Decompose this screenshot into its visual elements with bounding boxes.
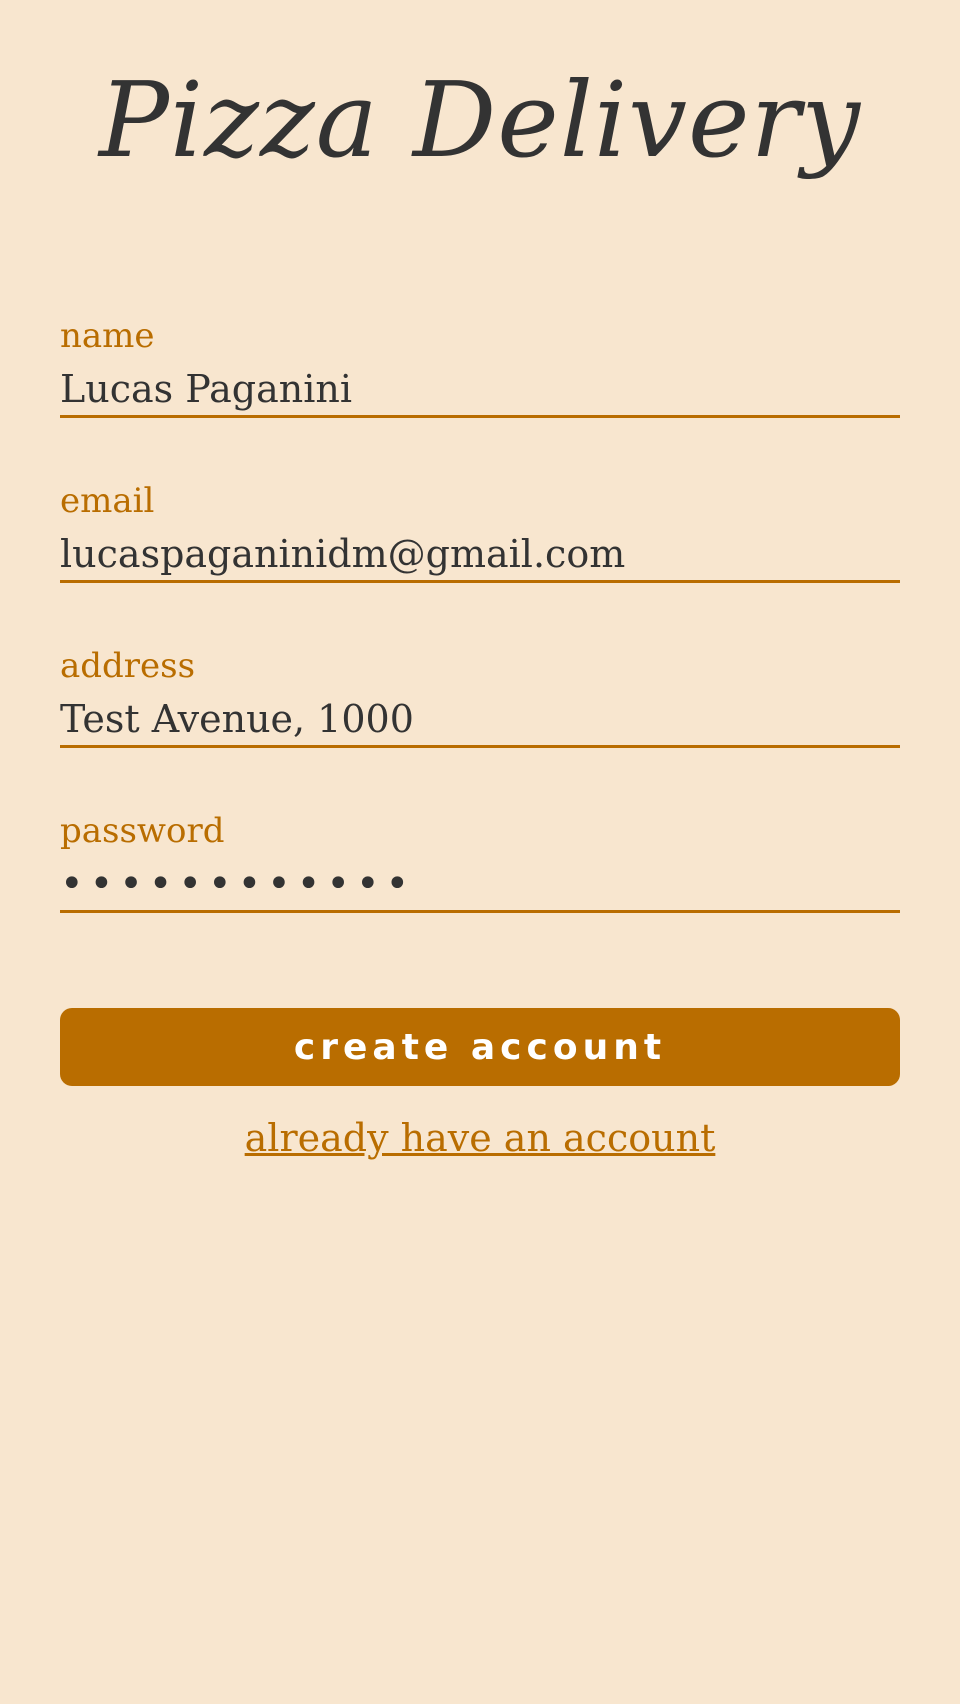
name-field-group: name <box>60 316 900 426</box>
address-label: address <box>60 646 196 686</box>
password-field-group: password <box>60 811 900 921</box>
address-field-group: address <box>60 646 900 756</box>
name-label: name <box>60 316 155 356</box>
app-title: Pizza Delivery <box>98 59 862 181</box>
create-account-button[interactable]: create account <box>60 1008 900 1086</box>
name-input[interactable] <box>60 362 900 418</box>
email-field-group: email <box>60 481 900 591</box>
password-input[interactable] <box>60 857 900 913</box>
address-input[interactable] <box>60 692 900 748</box>
already-have-account-link[interactable]: already have an account <box>0 1110 960 1166</box>
email-label: email <box>60 481 155 521</box>
password-label: password <box>60 811 225 851</box>
email-input[interactable] <box>60 527 900 583</box>
